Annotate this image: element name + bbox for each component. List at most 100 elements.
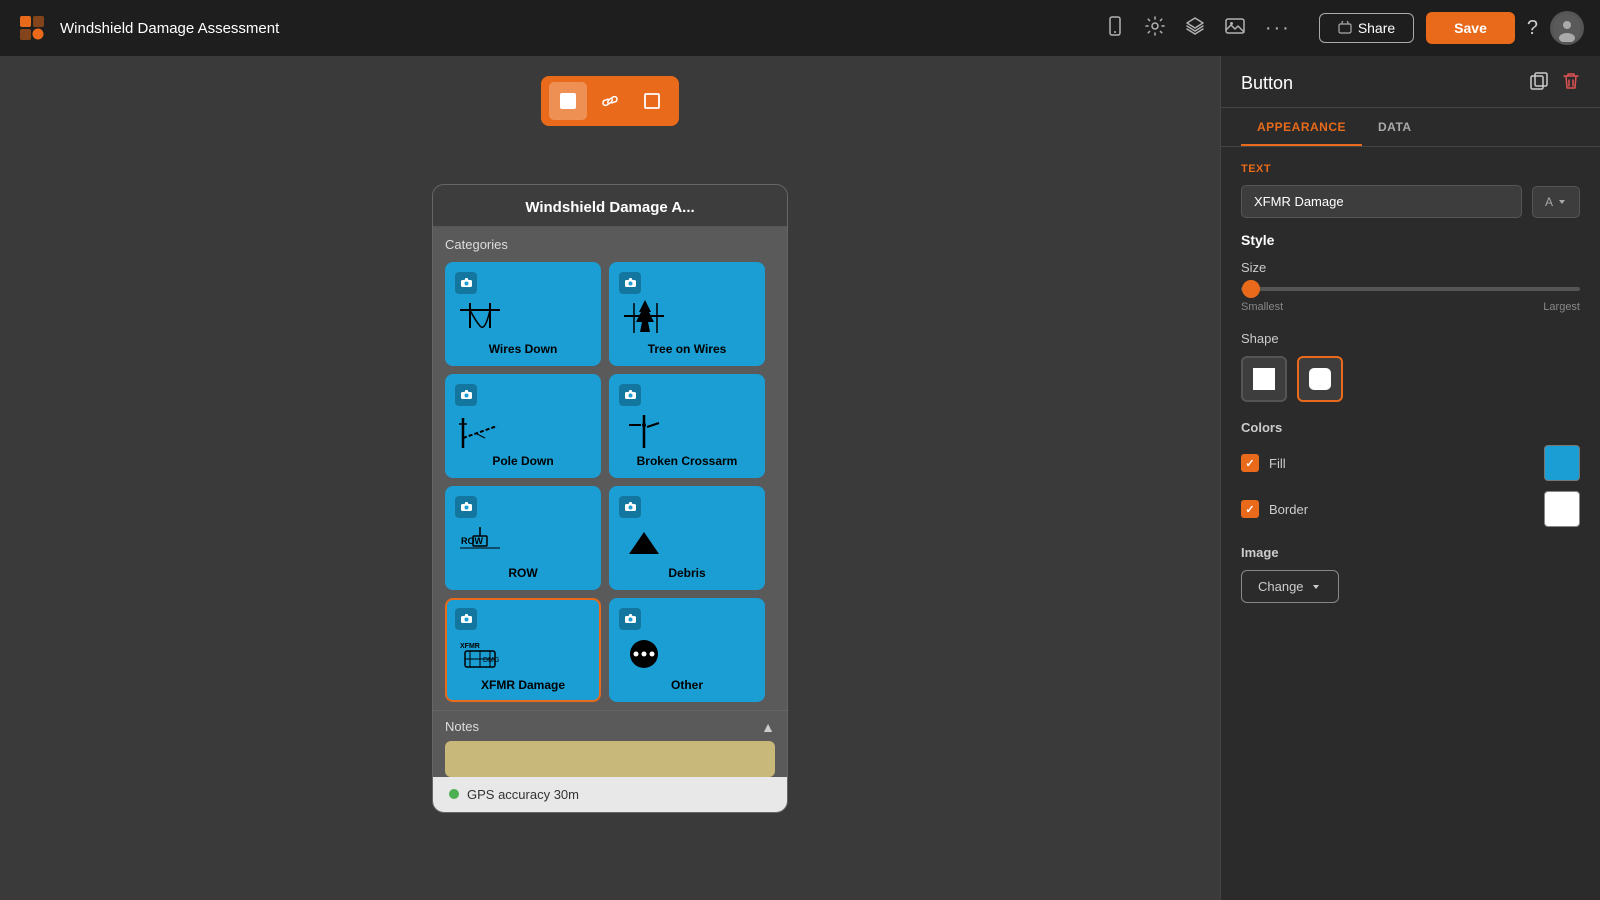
svg-text:DMG: DMG xyxy=(483,657,499,664)
wires-down-graphic xyxy=(455,298,505,338)
grid-item-icon-row-4 xyxy=(619,384,755,406)
phone-body: Categories xyxy=(433,227,787,812)
fill-color-swatch[interactable] xyxy=(1544,445,1580,481)
svg-text:XFMR: XFMR xyxy=(460,643,480,650)
gps-bar: GPS accuracy 30m xyxy=(433,777,787,812)
text-input[interactable] xyxy=(1241,185,1522,218)
camera-icon-5 xyxy=(455,496,477,518)
text-row: A xyxy=(1241,185,1580,218)
fill-label: Fill xyxy=(1269,456,1534,471)
shape-section: Shape xyxy=(1241,331,1580,402)
avatar[interactable] xyxy=(1550,11,1584,45)
grid-item-icon-row-5 xyxy=(455,496,591,518)
notes-section: Notes ▲ xyxy=(433,710,787,777)
tree-on-wires-label: Tree on Wires xyxy=(619,342,755,356)
camera-icon xyxy=(455,272,477,294)
slider-thumb[interactable] xyxy=(1242,280,1260,298)
row-graphic: ROW xyxy=(455,522,505,562)
delete-icon[interactable] xyxy=(1562,72,1580,95)
phone-mockup: Windshield Damage A... Categories xyxy=(432,184,788,813)
toolbar-frame-btn[interactable] xyxy=(633,82,671,120)
camera-icon-7 xyxy=(455,608,477,630)
shape-rounded-btn[interactable] xyxy=(1297,356,1343,402)
toolbar-image-btn[interactable] xyxy=(549,82,587,120)
size-label: Size xyxy=(1241,260,1580,275)
floating-toolbar xyxy=(541,76,679,126)
toolbar-link-btn[interactable] xyxy=(591,82,629,120)
broken-crossarm-graphic xyxy=(619,410,669,450)
right-panel: Button APPEARANCE DATA xyxy=(1220,56,1600,900)
save-button[interactable]: Save xyxy=(1426,12,1515,44)
phone-header: Windshield Damage A... xyxy=(433,185,787,227)
settings-icon[interactable] xyxy=(1145,16,1165,41)
wires-down-label: Wires Down xyxy=(455,342,591,356)
grid-item-icon-row-7 xyxy=(455,608,591,630)
border-label: Border xyxy=(1269,502,1534,517)
help-icon[interactable]: ? xyxy=(1527,17,1538,40)
app-title: Windshield Damage Assessment xyxy=(60,20,1093,37)
grid-item-debris[interactable]: Debris xyxy=(609,486,765,590)
pole-down-label: Pole Down xyxy=(455,454,591,468)
topbar: Windshield Damage Assessment xyxy=(0,0,1600,56)
grid-item-tree-on-wires[interactable]: Tree on Wires xyxy=(609,262,765,366)
more-icon[interactable]: ··· xyxy=(1265,17,1291,40)
notes-collapse-btn[interactable]: ▲ xyxy=(761,719,775,735)
app-logo xyxy=(16,12,48,44)
change-image-button[interactable]: Change xyxy=(1241,570,1339,603)
tree-on-wires-graphic xyxy=(619,298,669,338)
size-slider[interactable] xyxy=(1241,283,1580,295)
border-color-swatch[interactable] xyxy=(1544,491,1580,527)
text-section-label: Text xyxy=(1241,163,1580,175)
grid-container: Wires Down xyxy=(445,262,775,702)
camera-icon-3 xyxy=(455,384,477,406)
gps-status: GPS accuracy 30m xyxy=(467,787,579,802)
slider-labels: Smallest Largest xyxy=(1241,301,1580,313)
fill-checkbox[interactable] xyxy=(1241,454,1259,472)
canvas-area: Windshield Damage A... Categories xyxy=(0,56,1220,900)
debris-label: Debris xyxy=(619,566,755,580)
duplicate-icon[interactable] xyxy=(1530,72,1548,95)
mobile-icon[interactable] xyxy=(1105,16,1125,41)
panel-header: Button xyxy=(1221,56,1600,108)
colors-section: Colors Fill Border xyxy=(1241,420,1580,527)
tab-appearance[interactable]: APPEARANCE xyxy=(1241,108,1362,146)
notes-input-area[interactable] xyxy=(445,741,775,777)
tab-data[interactable]: DATA xyxy=(1362,108,1428,146)
grid-item-xfmr-damage[interactable]: XFMR DMG XFMR Damage xyxy=(445,598,601,702)
image-icon[interactable] xyxy=(1225,16,1245,41)
grid-item-icon-row-2 xyxy=(619,272,755,294)
slider-track xyxy=(1241,287,1580,291)
grid-item-wires-down[interactable]: Wires Down xyxy=(445,262,601,366)
grid-item-icon-row-6 xyxy=(619,496,755,518)
xfmr-damage-graphic: XFMR DMG xyxy=(455,634,505,674)
grid-item-icon-row-3 xyxy=(455,384,591,406)
text-align-button[interactable]: A xyxy=(1532,186,1580,218)
border-color-row: Border xyxy=(1241,491,1580,527)
panel-tabs: APPEARANCE DATA xyxy=(1221,108,1600,147)
grid-item-other[interactable]: Other xyxy=(609,598,765,702)
panel-title: Button xyxy=(1241,73,1293,94)
other-label: Other xyxy=(619,678,755,692)
style-title: Style xyxy=(1241,232,1580,248)
main-content: Windshield Damage A... Categories xyxy=(0,56,1600,900)
grid-item-row[interactable]: ROW ROW xyxy=(445,486,601,590)
topbar-tools: ··· xyxy=(1105,16,1291,41)
camera-icon-4 xyxy=(619,384,641,406)
border-checkbox[interactable] xyxy=(1241,500,1259,518)
grid-item-broken-crossarm[interactable]: Broken Crossarm xyxy=(609,374,765,478)
categories-title: Categories xyxy=(445,237,775,252)
shape-square-btn[interactable] xyxy=(1241,356,1287,402)
layers-icon[interactable] xyxy=(1185,16,1205,41)
share-button[interactable]: Share xyxy=(1319,13,1414,43)
pole-down-graphic xyxy=(455,410,505,450)
broken-crossarm-label: Broken Crossarm xyxy=(619,454,755,468)
shape-rounded-icon xyxy=(1309,368,1331,390)
image-title: Image xyxy=(1241,545,1580,560)
row-label: ROW xyxy=(455,566,591,580)
gps-dot xyxy=(449,789,459,799)
grid-item-pole-down[interactable]: Pole Down xyxy=(445,374,601,478)
topbar-right: Share Save ? xyxy=(1319,11,1584,45)
debris-graphic xyxy=(619,522,669,562)
shape-label: Shape xyxy=(1241,331,1580,346)
panel-content: Text A Style Size xyxy=(1221,147,1600,900)
